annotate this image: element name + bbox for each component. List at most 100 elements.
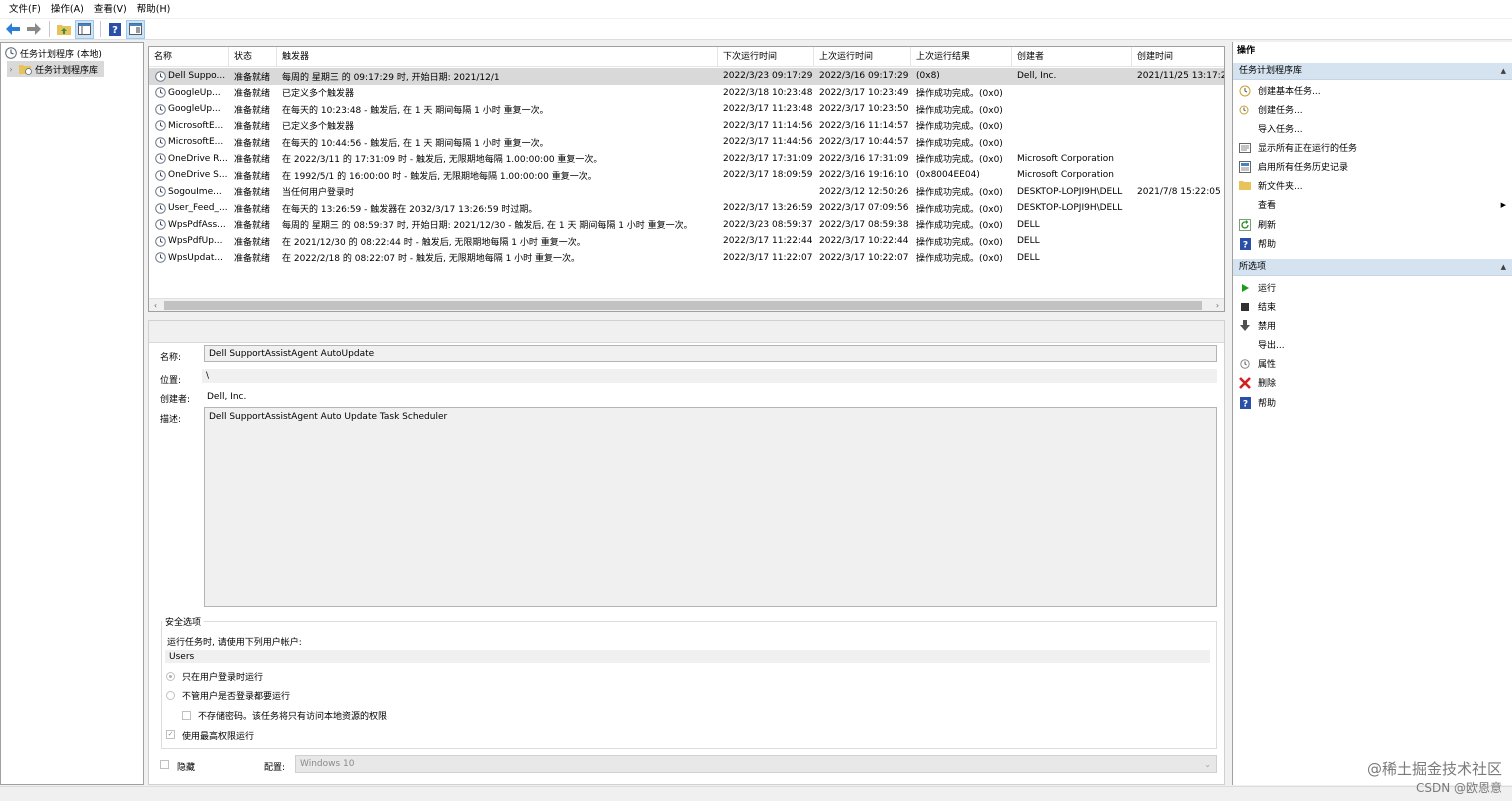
detail-tabstrip	[149, 321, 1224, 343]
action-import-task[interactable]: 导入任务...	[1233, 119, 1512, 138]
cell-name: User_Feed_...	[149, 202, 229, 214]
table-row[interactable]: Dell Suppo... 准备就绪 每周的 星期三 的 09:17:29 时, 开…	[149, 68, 1224, 85]
show-hide-action-pane-button[interactable]	[126, 19, 145, 39]
action-enable-task-history[interactable]: 启用所有任务历史记录	[1233, 157, 1512, 176]
checkbox-do-not-store-password-label: 不存储密码。该任务将只有访问本地资源的权限	[198, 712, 388, 722]
menu-action[interactable]: 操作(A)	[46, 0, 89, 19]
column-header-name[interactable]: 名称	[149, 47, 229, 67]
table-row[interactable]: GoogleUp... 准备就绪 已定义多个触发器 2022/3/18 10:23:4…	[149, 85, 1224, 102]
action-view[interactable]: 查看 ▶	[1233, 195, 1512, 214]
column-header-last-result[interactable]: 上次运行结果	[911, 47, 1012, 67]
tree-item-library[interactable]: › 任务计划程序库	[7, 61, 104, 77]
action-properties[interactable]: 属性	[1233, 354, 1512, 373]
menu-view[interactable]: 查看(V)	[89, 0, 132, 19]
task-clock-icon	[155, 186, 166, 198]
name-field[interactable]: Dell SupportAssistAgent AutoUpdate	[204, 345, 1217, 362]
tree-root-label: 任务计划程序 (本地)	[20, 49, 102, 60]
task-name: OneDrive S...	[168, 170, 228, 181]
checkbox-hidden[interactable]	[160, 760, 169, 769]
column-header-author[interactable]: 创建者	[1012, 47, 1132, 67]
action-delete[interactable]: 删除	[1233, 373, 1512, 392]
description-field[interactable]: Dell SupportAssistAgent Auto Update Task…	[204, 407, 1217, 607]
forward-button[interactable]	[24, 20, 43, 39]
action-disable[interactable]: 禁用	[1233, 316, 1512, 335]
cell-last-run: 2022/3/17 08:59:38	[819, 219, 909, 230]
column-header-created[interactable]: 创建时间	[1132, 47, 1224, 67]
action-display-running-tasks[interactable]: 显示所有正在运行的任务	[1233, 138, 1512, 157]
location-field: \	[202, 369, 1217, 383]
cell-last-result: 操作成功完成。(0x0)	[916, 122, 1003, 133]
forward-arrow-icon	[26, 23, 41, 35]
cell-last-result: 操作成功完成。(0x0)	[916, 138, 1003, 149]
scroll-right-icon[interactable]: ›	[1211, 299, 1224, 311]
table-row[interactable]: GoogleUp... 准备就绪 在每天的 10:23:48 - 触发后, 在 1 …	[149, 101, 1224, 118]
task-name: Dell Suppo...	[168, 71, 226, 82]
section-task-library[interactable]: 任务计划程序库 ▲	[1233, 63, 1512, 80]
cell-author: Microsoft Corporation	[1017, 153, 1114, 164]
column-header-last-run[interactable]: 上次运行时间	[814, 47, 911, 67]
action-refresh[interactable]: 刷新	[1233, 215, 1512, 234]
show-hide-console-tree-button[interactable]	[75, 19, 94, 39]
create-task-icon	[1239, 104, 1251, 116]
actions-pane: 操作 任务计划程序库 ▲ 创建基本任务... 创建任务... 导入任务... 显…	[1232, 42, 1512, 785]
clock-icon	[5, 47, 17, 59]
action-end[interactable]: 结束	[1233, 297, 1512, 316]
task-name: OneDrive R...	[168, 153, 228, 164]
horizontal-scrollbar[interactable]: ‹ ›	[149, 298, 1224, 311]
back-button[interactable]	[3, 20, 22, 39]
scroll-left-icon[interactable]: ‹	[149, 299, 162, 311]
task-clock-icon	[155, 70, 166, 82]
action-run[interactable]: 运行	[1233, 278, 1512, 297]
author-label: 创建者:	[160, 395, 191, 405]
table-row[interactable]: MicrosoftE... 准备就绪 已定义多个触发器 2022/3/17 11:14…	[149, 118, 1224, 135]
table-row[interactable]: SogouIme... 准备就绪 当任何用户登录时 2022/3/12 12:50:2…	[149, 184, 1224, 201]
action-export[interactable]: 导出...	[1233, 335, 1512, 354]
table-row[interactable]: WpsPdfUp... 准备就绪在 2021/12/30 的 08:22:44 时…	[149, 233, 1224, 250]
action-label: 创建任务...	[1258, 106, 1303, 116]
action-help-selected[interactable]: ? 帮助	[1233, 393, 1512, 412]
table-row[interactable]: OneDrive R... 准备就绪在 2022/3/11 的 17:31:09 …	[149, 151, 1224, 168]
table-row[interactable]: MicrosoftE... 准备就绪 在每天的 10:44:56 - 触发后, 在 …	[149, 134, 1224, 151]
cell-trigger: 在每天的 13:26:59 - 触发器在 2032/3/17 13:26:59 …	[282, 204, 538, 215]
checkbox-highest-privileges[interactable]: ✓	[166, 730, 175, 739]
tree-root[interactable]: 任务计划程序 (本地)	[5, 45, 102, 61]
cell-trigger: 在 2022/3/11 的 17:31:09 时 - 触发后, 无限期地每隔 1…	[282, 155, 603, 166]
table-row[interactable]: WpsUpdat... 准备就绪在 2022/2/18 的 08:22:07 时 …	[149, 250, 1224, 267]
table-row[interactable]: OneDrive S... 准备就绪在 1992/5/1 的 16:00:00 时…	[149, 167, 1224, 184]
help-book-icon: ?	[108, 22, 121, 36]
import-icon	[1239, 123, 1251, 135]
cell-author: DELL	[1017, 236, 1040, 247]
checkbox-highest-privileges-label: 使用最高权限运行	[182, 732, 255, 742]
action-create-task[interactable]: 创建任务...	[1233, 100, 1512, 119]
cell-last-run: 2022/3/17 10:23:49	[819, 87, 909, 98]
action-new-folder[interactable]: 新文件夹...	[1233, 176, 1512, 195]
column-header-trigger[interactable]: 触发器	[277, 47, 718, 67]
config-select[interactable]: Windows 10 ⌄	[295, 755, 1217, 773]
cell-next-run: 2022/3/17 11:14:56	[723, 120, 813, 131]
cell-trigger: 在 1992/5/1 的 16:00:00 时 - 触发后, 无限期地每隔 1.…	[282, 171, 597, 182]
help-button[interactable]: ?	[105, 20, 124, 39]
stop-square-icon	[1239, 301, 1251, 313]
section-selected-item[interactable]: 所选项 ▲	[1233, 259, 1512, 276]
action-help[interactable]: ? 帮助	[1233, 234, 1512, 253]
action-label: 查看	[1258, 201, 1277, 211]
column-header-status[interactable]: 状态	[229, 47, 277, 67]
action-create-basic-task[interactable]: 创建基本任务...	[1233, 81, 1512, 100]
table-row[interactable]: WpsPdfAss... 准备就绪 每周的 星期三 的 08:59:37 时, 开始…	[149, 217, 1224, 234]
column-header-next-run[interactable]: 下次运行时间	[718, 47, 814, 67]
scrollbar-thumb[interactable]	[164, 301, 1202, 310]
table-row[interactable]: User_Feed_... 准备就绪 在每天的 13:26:59 - 触发器在 20…	[149, 200, 1224, 217]
checkbox-do-not-store-password[interactable]	[182, 711, 191, 720]
up-folder-button[interactable]	[54, 20, 73, 39]
cell-last-run: 2022/3/16 09:17:29	[819, 71, 909, 82]
cell-name: OneDrive R...	[149, 153, 229, 165]
radio-run-whether-logged-on[interactable]	[166, 691, 175, 700]
cell-name: WpsUpdat...	[149, 252, 229, 264]
cell-name: WpsPdfAss...	[149, 219, 229, 231]
menu-help[interactable]: 帮助(H)	[132, 0, 176, 19]
task-clock-icon	[155, 235, 166, 247]
menu-file[interactable]: 文件(F)	[4, 0, 46, 19]
radio-run-only-logged-on[interactable]	[166, 672, 175, 681]
watermark-csdn: CSDN @欧恩意	[1415, 781, 1502, 795]
action-label: 刷新	[1258, 221, 1277, 231]
